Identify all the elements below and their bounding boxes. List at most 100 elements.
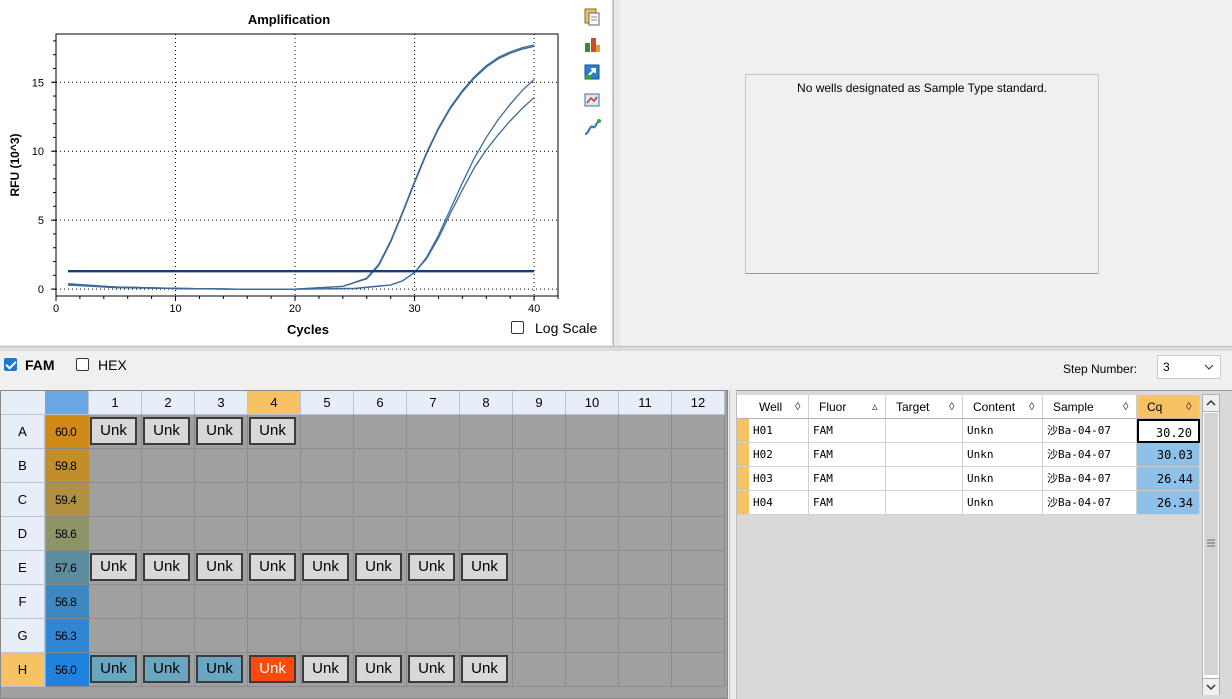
plate-well-A10[interactable] (566, 415, 619, 449)
column-header-content[interactable]: Content ◊ (963, 395, 1043, 419)
table-cell-cq[interactable]: 26.34 (1137, 491, 1200, 515)
fam-checkbox[interactable] (4, 358, 17, 371)
plate-column-header[interactable]: 7 (407, 391, 460, 415)
column-header-cq[interactable]: Cq ◊ (1137, 395, 1200, 419)
plate-row-header[interactable]: F (1, 585, 45, 619)
results-scrollbar[interactable] (1202, 394, 1220, 695)
sort-icon[interactable]: ◊ (1123, 395, 1128, 419)
plate-column-header[interactable]: 10 (566, 391, 619, 415)
plate-well-H9[interactable] (513, 653, 566, 687)
plate-well-A4[interactable]: Unk (248, 415, 301, 449)
plate-well-C11[interactable] (619, 483, 672, 517)
table-cell-target[interactable] (886, 419, 963, 443)
plate-well-G4[interactable] (248, 619, 301, 653)
plate-well-B4[interactable] (248, 449, 301, 483)
plate-column-header[interactable]: 1 (89, 391, 142, 415)
plate-row-header[interactable]: B (1, 449, 45, 483)
plate-column-header[interactable]: 6 (354, 391, 407, 415)
plate-column-header[interactable]: 9 (513, 391, 566, 415)
table-cell-target[interactable] (886, 467, 963, 491)
table-cell-cq[interactable]: 30.20 (1137, 419, 1200, 443)
table-cell-target[interactable] (886, 443, 963, 467)
plate-well-G1[interactable] (89, 619, 142, 653)
plate-well-C5[interactable] (301, 483, 354, 517)
plate-column-header[interactable]: 3 (195, 391, 248, 415)
table-cell-sample[interactable]: 沙Ba-04-07 (1043, 491, 1137, 515)
plate-well-G8[interactable] (460, 619, 513, 653)
image-icon[interactable] (582, 90, 602, 110)
plate-well-E3[interactable]: Unk (195, 551, 248, 585)
plate-well-D1[interactable] (89, 517, 142, 551)
plate-well-E7[interactable]: Unk (407, 551, 460, 585)
plate-well-H1[interactable]: Unk (89, 653, 142, 687)
column-header-well[interactable]: Well ◊ (749, 395, 809, 419)
plate-row-header[interactable]: E (1, 551, 45, 585)
plate-well-G10[interactable] (566, 619, 619, 653)
plate-well-F1[interactable] (89, 585, 142, 619)
plate-well-E1[interactable]: Unk (89, 551, 142, 585)
plate-well-E12[interactable] (672, 551, 725, 585)
table-cell-target[interactable] (886, 491, 963, 515)
log-scale-checkbox[interactable] (511, 321, 524, 334)
scroll-up-icon[interactable] (1203, 395, 1219, 412)
plate-well-E6[interactable]: Unk (354, 551, 407, 585)
plate-well-B1[interactable] (89, 449, 142, 483)
plate-well-E11[interactable] (619, 551, 672, 585)
table-cell-sample[interactable]: 沙Ba-04-07 (1043, 443, 1137, 467)
sort-icon[interactable]: ◊ (795, 395, 800, 419)
plate-well-A11[interactable] (619, 415, 672, 449)
table-cell-cq[interactable]: 30.03 (1137, 443, 1200, 467)
plate-well-C7[interactable] (407, 483, 460, 517)
plate-column-header[interactable]: 12 (672, 391, 725, 415)
plate-well-D5[interactable] (301, 517, 354, 551)
plate-well-H8[interactable]: Unk (460, 653, 513, 687)
column-header-target[interactable]: Target ◊ (886, 395, 963, 419)
plate-well-F12[interactable] (672, 585, 725, 619)
column-header-sample[interactable]: Sample ◊ (1043, 395, 1137, 419)
table-cell-content[interactable]: Unkn (963, 467, 1043, 491)
plate-well-B11[interactable] (619, 449, 672, 483)
plate-column-header[interactable]: 11 (619, 391, 672, 415)
sort-icon[interactable]: ◊ (1029, 395, 1034, 419)
plate-well-A8[interactable] (460, 415, 513, 449)
plate-well-F11[interactable] (619, 585, 672, 619)
row-marker[interactable] (737, 467, 749, 491)
plate-well-C9[interactable] (513, 483, 566, 517)
plate-well-F3[interactable] (195, 585, 248, 619)
plate-well-B7[interactable] (407, 449, 460, 483)
row-marker[interactable] (737, 419, 749, 443)
plate-well-D8[interactable] (460, 517, 513, 551)
table-cell-well[interactable]: H02 (749, 443, 809, 467)
scroll-thumb[interactable] (1204, 413, 1218, 675)
plate-well-G12[interactable] (672, 619, 725, 653)
plate-well-F2[interactable] (142, 585, 195, 619)
table-cell-fluor[interactable]: FAM (809, 419, 886, 443)
plate-well-A12[interactable] (672, 415, 725, 449)
plate-well-B2[interactable] (142, 449, 195, 483)
plate-well-D7[interactable] (407, 517, 460, 551)
table-cell-fluor[interactable]: FAM (809, 467, 886, 491)
plate-well-G3[interactable] (195, 619, 248, 653)
plate-well-C1[interactable] (89, 483, 142, 517)
sort-icon[interactable]: ◊ (1186, 395, 1191, 419)
row-marker[interactable] (737, 491, 749, 515)
amplification-chart[interactable]: Amplification RFU (10^3) Cycles 0 10 20 30 4… (0, 0, 612, 345)
trace-styles-icon[interactable] (582, 118, 602, 138)
table-cell-content[interactable]: Unkn (963, 443, 1043, 467)
table-cell-well[interactable]: H01 (749, 419, 809, 443)
plate-well-G6[interactable] (354, 619, 407, 653)
plate-column-header[interactable]: 5 (301, 391, 354, 415)
plate-well-F6[interactable] (354, 585, 407, 619)
plate-well-A2[interactable]: Unk (142, 415, 195, 449)
plate-well-B6[interactable] (354, 449, 407, 483)
plate-well-H3[interactable]: Unk (195, 653, 248, 687)
plate-well-C12[interactable] (672, 483, 725, 517)
plate-well-C8[interactable] (460, 483, 513, 517)
plate-row-header[interactable]: G (1, 619, 45, 653)
scroll-down-icon[interactable] (1203, 678, 1219, 695)
table-cell-fluor[interactable]: FAM (809, 491, 886, 515)
plate-well-E5[interactable]: Unk (301, 551, 354, 585)
plate-well-A6[interactable] (354, 415, 407, 449)
plate-well-G11[interactable] (619, 619, 672, 653)
plate-well-H2[interactable]: Unk (142, 653, 195, 687)
